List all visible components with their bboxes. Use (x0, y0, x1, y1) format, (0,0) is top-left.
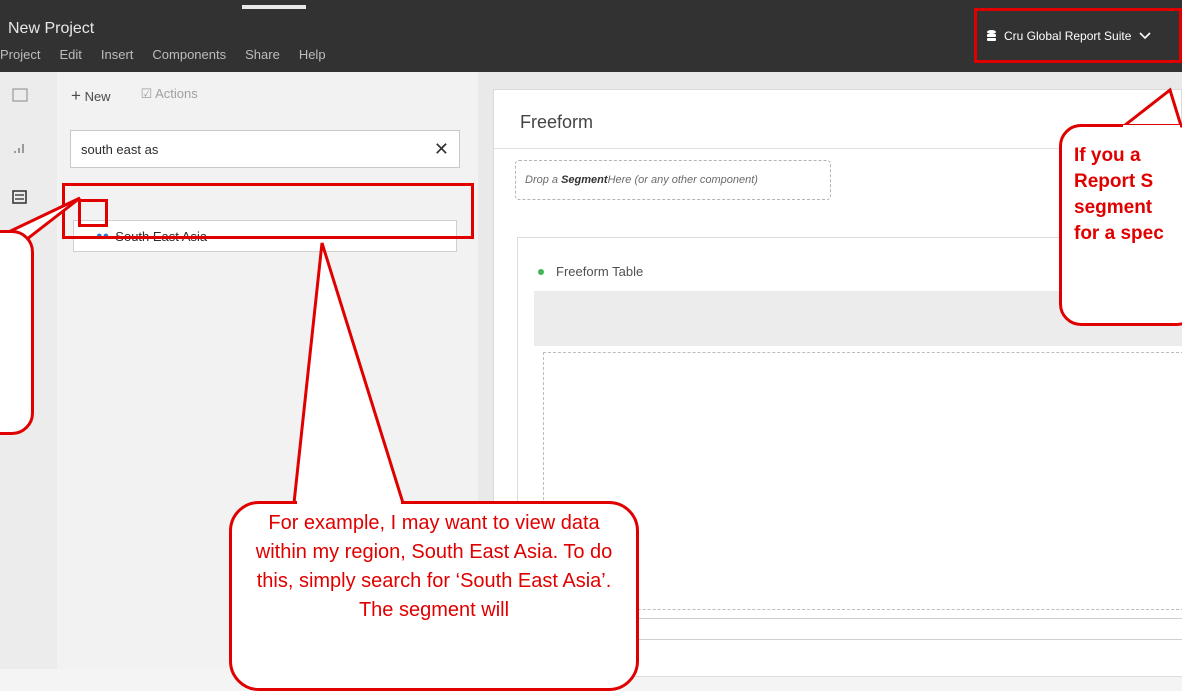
table-title[interactable]: Freeform Table (538, 264, 643, 279)
annotation-callout-main: For example, I may want to view data wit… (229, 501, 639, 691)
menu-insert[interactable]: Insert (101, 47, 134, 62)
close-icon[interactable]: ✕ (434, 139, 449, 160)
table-footer-row (548, 618, 1182, 640)
dropzone-prefix: Drop a (525, 174, 559, 186)
menu-project[interactable]: Project (0, 47, 40, 62)
status-dot (538, 268, 544, 275)
new-button[interactable]: + New (71, 86, 111, 106)
menu-share[interactable]: Share (245, 47, 280, 62)
panel-actions: + New ☑ Actions (71, 86, 198, 106)
checkbox-icon: ☑ (140, 86, 153, 101)
plus-icon: + (71, 86, 81, 105)
actions-label: Actions (155, 86, 198, 101)
components-icon[interactable] (12, 190, 28, 207)
segment-icon-highlight (78, 199, 108, 227)
database-icon (987, 29, 996, 41)
result-highlight (62, 183, 474, 239)
report-suite-label: Cru Global Report Suite (1004, 28, 1132, 43)
annotation-callout-left (0, 230, 34, 435)
menu-components[interactable]: Components (152, 47, 226, 62)
project-title[interactable]: New Project (8, 20, 94, 38)
visualization-icon[interactable] (12, 140, 28, 157)
annotation-callout-right: If you a Report S segment for a spec (1059, 124, 1182, 326)
new-label: New (84, 89, 111, 104)
active-tab-indicator (242, 5, 306, 9)
panel-icon[interactable] (12, 88, 28, 105)
menu-edit[interactable]: Edit (59, 47, 81, 62)
search-value: south east as (81, 141, 159, 157)
table-title-label: Freeform Table (556, 264, 644, 279)
menu-bar: Project Edit Insert Components Share Hel… (0, 47, 326, 62)
dropzone-bold: Segment (561, 174, 608, 186)
dropzone-suffix: Here (or any other component) (607, 174, 758, 186)
top-bar: New Project Project Edit Insert Componen… (0, 0, 1182, 72)
menu-help[interactable]: Help (299, 47, 326, 62)
report-suite-selector[interactable]: Cru Global Report Suite (974, 8, 1182, 63)
component-search-input[interactable]: south east as ✕ (70, 130, 460, 168)
actions-button[interactable]: ☑ Actions (141, 86, 198, 106)
segment-dropzone[interactable]: Drop a Segment Here (or any other compon… (515, 160, 831, 200)
chevron-down-icon (1139, 31, 1151, 39)
panel-title[interactable]: Freeform (520, 112, 593, 133)
